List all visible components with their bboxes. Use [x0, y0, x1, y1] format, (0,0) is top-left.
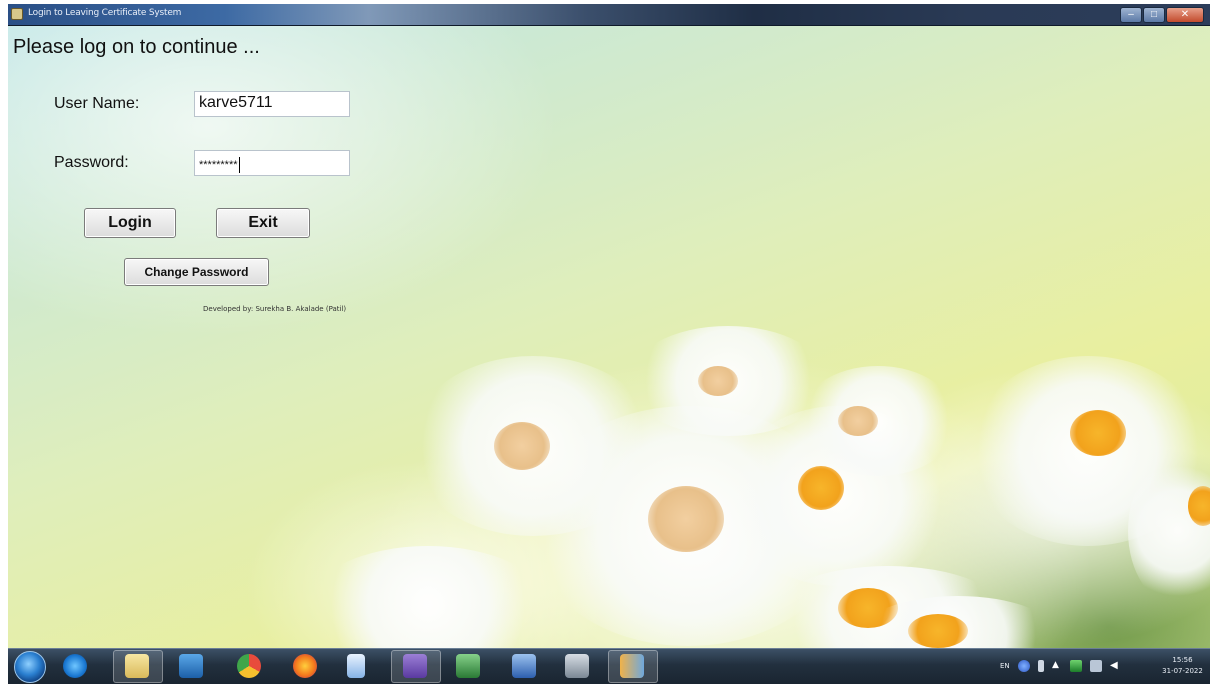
- maximize-icon[interactable]: □: [1143, 7, 1165, 23]
- password-label: Password:: [54, 154, 129, 171]
- text-caret: [238, 157, 240, 173]
- app-icon: [11, 8, 23, 20]
- login-form: Please log on to continue ... User Name:…: [8, 26, 1210, 648]
- daisy-center: [648, 486, 724, 552]
- daisy-center: [698, 366, 738, 396]
- network-icon[interactable]: [1070, 660, 1082, 672]
- minimize-icon[interactable]: –: [1120, 7, 1142, 23]
- developer-credit: Developed by: Surekha B. Akalade (Patil): [203, 305, 347, 313]
- clock-time: 15:56: [1172, 656, 1193, 664]
- clock-date: 31-07-2022: [1162, 667, 1203, 675]
- daisy-center: [908, 614, 968, 648]
- daisy-flower: [308, 546, 548, 648]
- system-tray: EN ▲ ◀ 15:56 31-07-2022: [980, 649, 1210, 684]
- password-value: *********: [199, 158, 238, 171]
- daisy-center: [1070, 410, 1126, 456]
- password-input[interactable]: *********: [194, 150, 350, 176]
- visual-studio-icon[interactable]: [403, 654, 427, 678]
- taskbar: EN ▲ ◀ 15:56 31-07-2022: [8, 648, 1210, 684]
- daisy-center: [798, 466, 844, 510]
- window-controls: – □ ✕: [1120, 7, 1204, 23]
- media-player-icon[interactable]: [179, 654, 203, 678]
- daisy-center: [838, 406, 878, 436]
- username-input[interactable]: karve5711: [194, 91, 350, 117]
- username-value: karve5711: [199, 94, 273, 111]
- change-password-button[interactable]: Change Password: [124, 258, 269, 286]
- desktop-screen: Login to Leaving Certificate System – □ …: [8, 4, 1210, 684]
- usb-icon[interactable]: [1038, 660, 1044, 672]
- page-heading: Please log on to continue ...: [13, 36, 260, 58]
- window-titlebar[interactable]: Login to Leaving Certificate System – □ …: [8, 4, 1210, 26]
- file-explorer-icon[interactable]: [125, 654, 149, 678]
- show-hidden-icons[interactable]: ▲: [1052, 660, 1060, 672]
- chrome-icon[interactable]: [237, 654, 261, 678]
- help-icon[interactable]: [1018, 660, 1030, 672]
- close-icon[interactable]: ✕: [1166, 7, 1204, 23]
- window-title: Login to Leaving Certificate System: [28, 8, 182, 18]
- volume-icon[interactable]: ◀: [1110, 660, 1122, 672]
- daisy-center: [1188, 486, 1210, 526]
- firefox-icon[interactable]: [293, 654, 317, 678]
- excel-icon[interactable]: [456, 654, 480, 678]
- app-window-icon[interactable]: [620, 654, 644, 678]
- daisy-flower: [798, 366, 958, 476]
- notepad-icon[interactable]: [347, 654, 365, 678]
- start-orb-icon[interactable]: [14, 651, 46, 683]
- internet-explorer-icon[interactable]: [63, 654, 87, 678]
- exit-button[interactable]: Exit: [216, 208, 310, 238]
- login-button[interactable]: Login: [84, 208, 176, 238]
- flag-icon[interactable]: [1090, 660, 1102, 672]
- word-icon[interactable]: [512, 654, 536, 678]
- network-computer-icon[interactable]: [565, 654, 589, 678]
- username-label: User Name:: [54, 95, 140, 112]
- clock[interactable]: 15:56 31-07-2022: [1160, 655, 1205, 677]
- language-indicator[interactable]: EN: [1000, 662, 1010, 670]
- daisy-center: [494, 422, 550, 470]
